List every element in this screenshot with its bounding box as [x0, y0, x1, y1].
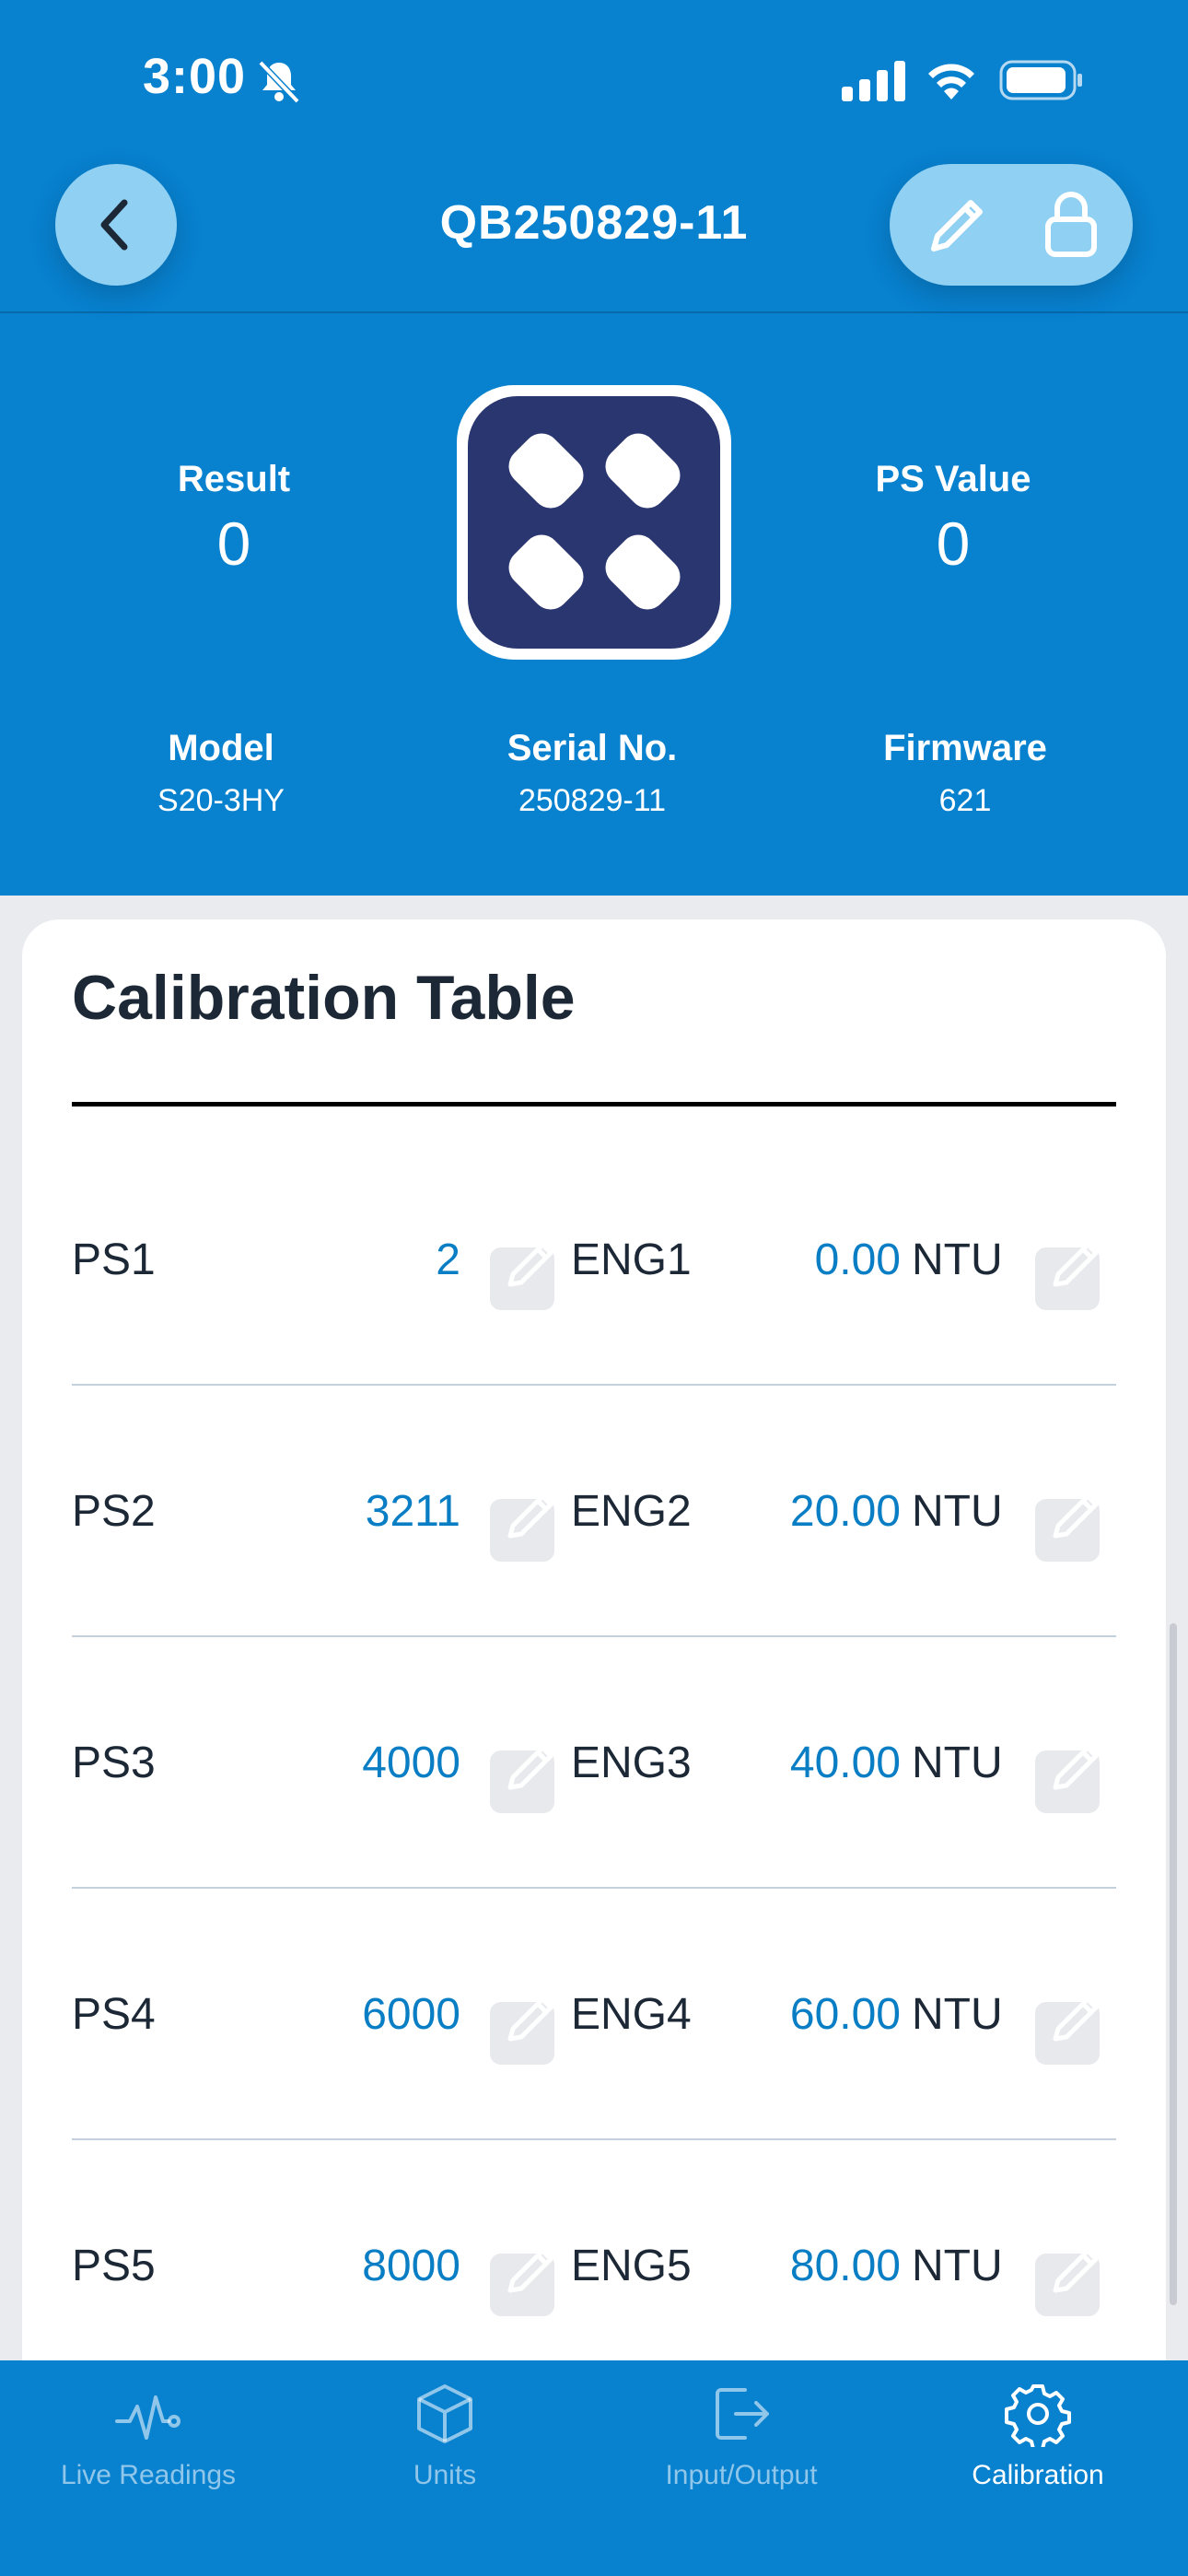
ps-value: 2 — [436, 1235, 460, 1284]
exit-icon — [716, 2388, 769, 2440]
ps-value-label: PS Value — [875, 459, 1031, 499]
eng-value: 60.00 — [789, 1990, 901, 2039]
tab-label: Input/Output — [665, 2460, 818, 2490]
row-divider — [72, 1384, 1116, 1386]
nav-divider — [0, 311, 1188, 313]
eng-value: 0.00 — [814, 1235, 901, 1284]
cube-icon — [417, 2384, 472, 2443]
ps-value: 4000 — [362, 1739, 460, 1787]
result-label: Result — [177, 459, 291, 499]
gear-icon — [1005, 2384, 1071, 2447]
row-divider — [72, 1635, 1116, 1637]
tab-units[interactable]: Units — [297, 2360, 593, 2545]
eng-label: ENG1 — [571, 1235, 692, 1284]
scrollbar[interactable] — [1170, 1623, 1177, 2305]
ps-value: 8000 — [362, 2242, 460, 2290]
row-divider — [72, 1887, 1116, 1889]
tab-live-readings[interactable]: Live Readings — [0, 2360, 297, 2545]
edit-eng-button[interactable] — [1035, 1996, 1100, 2065]
unit-label: NTU — [912, 1990, 1003, 2039]
ps-label: PS2 — [72, 1487, 156, 1536]
ps-label: PS3 — [72, 1739, 156, 1787]
tab-label: Units — [413, 2460, 477, 2490]
eng-label: ENG2 — [571, 1487, 692, 1536]
model-value: S20-3HY — [157, 783, 285, 818]
serial-value: 250829-11 — [518, 783, 667, 818]
edit-ps-button[interactable] — [490, 2248, 554, 2316]
eng-label: ENG3 — [571, 1739, 692, 1787]
unit-label: NTU — [912, 1739, 1003, 1787]
pencil-icon[interactable] — [925, 192, 991, 258]
result-value: 0 — [216, 509, 251, 578]
edit-ps-button[interactable] — [490, 1493, 554, 1562]
ps-value: 6000 — [362, 1990, 460, 2039]
wifi-icon — [928, 64, 974, 100]
eng-value: 40.00 — [789, 1739, 901, 1787]
status-time: 3:00 — [143, 49, 247, 104]
tab-calibration[interactable]: Calibration — [890, 2360, 1186, 2545]
ps-label: PS4 — [72, 1990, 156, 2039]
tab-label: Live Readings — [60, 2460, 237, 2490]
battery-icon — [999, 60, 1082, 100]
ps-label: PS1 — [72, 1235, 156, 1284]
bell-muted-icon — [258, 60, 300, 104]
firmware-label: Firmware — [883, 728, 1047, 768]
eng-value: 20.00 — [789, 1487, 901, 1536]
calibration-card — [22, 919, 1166, 2412]
edit-ps-button[interactable] — [490, 1996, 554, 2065]
eng-label: ENG5 — [571, 2242, 692, 2290]
ps-value: 0 — [936, 509, 971, 578]
edit-ps-button[interactable] — [490, 1745, 554, 1813]
ps-value: 3211 — [365, 1487, 460, 1536]
tab-input-output[interactable]: Input/Output — [593, 2360, 890, 2545]
eng-label: ENG4 — [571, 1990, 692, 2039]
tab-label: Calibration — [972, 2460, 1104, 2490]
edit-eng-button[interactable] — [1035, 1745, 1100, 1813]
calibration-title: Calibration Table — [72, 963, 576, 1033]
unit-label: NTU — [912, 2242, 1003, 2290]
unit-label: NTU — [912, 1487, 1003, 1536]
edit-eng-button[interactable] — [1035, 2248, 1100, 2316]
unit-label: NTU — [912, 1235, 1003, 1284]
firmware-value: 621 — [938, 783, 992, 818]
ps-label: PS5 — [72, 2242, 156, 2290]
pulse-icon — [115, 2395, 181, 2440]
eng-value: 80.00 — [789, 2242, 901, 2290]
cellular-signal-icon — [842, 61, 905, 101]
lock-icon[interactable] — [1042, 188, 1100, 258]
row-divider — [72, 2138, 1116, 2140]
title-divider — [72, 1102, 1116, 1107]
edit-eng-button[interactable] — [1035, 1493, 1100, 1562]
edit-ps-button[interactable] — [490, 1242, 554, 1310]
device-status-icon — [457, 385, 731, 660]
model-label: Model — [168, 728, 274, 768]
edit-lock-toggle[interactable] — [890, 164, 1133, 286]
serial-label: Serial No. — [507, 728, 678, 768]
edit-eng-button[interactable] — [1035, 1242, 1100, 1310]
